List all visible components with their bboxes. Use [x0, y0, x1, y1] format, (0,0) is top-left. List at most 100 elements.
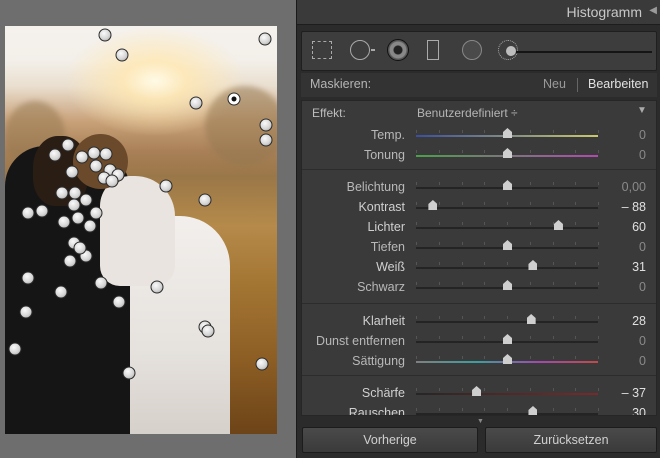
effect-preset-select[interactable]: Benutzerdefiniert ÷ — [417, 106, 518, 120]
slider-track[interactable] — [416, 413, 598, 415]
graduated-filter-icon[interactable] — [312, 41, 332, 59]
slider-value[interactable]: 0,00 — [622, 180, 646, 194]
slider-label: Rauschen — [348, 406, 405, 416]
brush-pin[interactable] — [255, 357, 269, 371]
brush-pin[interactable] — [98, 28, 112, 42]
adjustment-panel: Effekt: Benutzerdefiniert ÷ ▼ Temp. 0 Tonu… — [301, 100, 657, 416]
slider-value[interactable]: 31 — [632, 260, 646, 274]
brush-pin[interactable] — [21, 206, 35, 220]
slider-value[interactable]: 0 — [639, 148, 646, 162]
brush-pin[interactable] — [115, 48, 129, 62]
brush-pin[interactable] — [150, 280, 164, 294]
slider-value[interactable]: 0 — [639, 240, 646, 254]
slider-value[interactable]: 30 — [632, 406, 646, 415]
slider-value[interactable]: 0 — [639, 280, 646, 294]
slider-value[interactable]: 0 — [639, 128, 646, 142]
slider-track[interactable] — [416, 321, 598, 323]
bottom-bar: ▼ Vorherige Zurücksetzen — [297, 418, 660, 458]
group-separator — [302, 375, 656, 376]
brush-pin[interactable] — [35, 204, 49, 218]
brush-pin[interactable] — [122, 366, 136, 380]
slider-value[interactable]: 28 — [632, 314, 646, 328]
brush-pin[interactable] — [94, 276, 108, 290]
panel-end-triangle-icon: ▼ — [477, 418, 484, 425]
brush-pin[interactable] — [89, 159, 103, 173]
brush-pin[interactable] — [48, 148, 62, 162]
slider-ticks — [416, 408, 599, 412]
brush-pin[interactable] — [258, 32, 272, 46]
slider-label: Lichter — [367, 220, 405, 234]
brush-pin[interactable] — [55, 186, 69, 200]
mask-edit-button[interactable]: Bearbeiten — [588, 77, 648, 91]
slider-ticks — [416, 262, 599, 266]
brush-pin[interactable] — [73, 241, 87, 255]
slider-track[interactable] — [416, 227, 598, 229]
group-separator — [302, 169, 656, 170]
slider-value[interactable]: 0 — [639, 354, 646, 368]
tool-size-slider-knob[interactable] — [506, 46, 516, 56]
active-brush-pin[interactable] — [227, 92, 241, 106]
slider-value[interactable]: 0 — [639, 334, 646, 348]
brush-pin[interactable] — [67, 198, 81, 212]
brush-pin[interactable] — [63, 254, 77, 268]
reset-button[interactable]: Zurücksetzen — [485, 427, 657, 453]
slider-value[interactable]: 60 — [632, 220, 646, 234]
brush-pin[interactable] — [65, 165, 79, 179]
bride-top — [100, 176, 175, 286]
brush-pin[interactable] — [89, 206, 103, 220]
slider-ticks — [416, 388, 599, 392]
slider-label: Weiß — [376, 260, 405, 274]
slider-row: Schärfe – 37 — [302, 383, 656, 403]
brush-pin[interactable] — [259, 118, 273, 132]
brush-pin[interactable] — [112, 295, 126, 309]
brush-pin[interactable] — [259, 133, 273, 147]
slider-value[interactable]: – 37 — [622, 386, 646, 400]
image-canvas[interactable] — [0, 0, 296, 458]
adjustment-brush-icon[interactable] — [387, 39, 409, 61]
slider-row: Weiß 31 — [302, 257, 656, 277]
brush-pin[interactable] — [71, 211, 85, 225]
slider-row: Schwarz 0 — [302, 277, 656, 297]
histogram-title: Histogramm — [566, 4, 642, 20]
mask-label: Maskieren: — [310, 77, 372, 91]
slider-track[interactable] — [416, 207, 598, 209]
redeye-icon[interactable] — [462, 40, 482, 60]
histogram-header[interactable]: Histogramm ◀ — [297, 0, 660, 25]
brush-pin[interactable] — [8, 342, 22, 356]
slider-track[interactable] — [416, 393, 598, 395]
brush-pin[interactable] — [198, 193, 212, 207]
collapse-triangle-icon[interactable]: ▼ — [637, 105, 647, 116]
brush-pin[interactable] — [54, 285, 68, 299]
slider-ticks — [416, 222, 599, 226]
brush-pin[interactable] — [21, 271, 35, 285]
develop-panel: Histogramm ◀ Maskieren: Neu Bearbeiten E… — [297, 0, 660, 458]
mask-new-button[interactable]: Neu — [543, 77, 566, 91]
slider-value[interactable]: – 88 — [622, 200, 646, 214]
slider-label: Belichtung — [346, 180, 405, 194]
crop-icon[interactable] — [427, 40, 439, 60]
brush-pin[interactable] — [159, 179, 173, 193]
slider-track[interactable] — [416, 267, 598, 269]
previous-button[interactable]: Vorherige — [302, 427, 478, 453]
collapse-arrow-icon[interactable]: ◀ — [649, 5, 657, 16]
brush-pin[interactable] — [201, 324, 215, 338]
brush-pin[interactable] — [83, 219, 97, 233]
group-separator — [302, 303, 656, 304]
slider-row: Klarheit 28 — [302, 311, 656, 331]
brush-pin[interactable] — [61, 138, 75, 152]
slider-row: Sättigung 0 — [302, 351, 656, 371]
brush-pin[interactable] — [105, 174, 119, 188]
brush-pin[interactable] — [79, 193, 93, 207]
brush-pin[interactable] — [19, 305, 33, 319]
slider-label: Schärfe — [361, 386, 405, 400]
slider-ticks — [416, 202, 599, 206]
slider-label: Tiefen — [370, 240, 405, 254]
slider-label: Sättigung — [352, 354, 405, 368]
slider-label: Dunst entfernen — [316, 334, 405, 348]
radial-filter-icon[interactable] — [350, 40, 375, 60]
brush-pin[interactable] — [99, 147, 113, 161]
photo-preview[interactable] — [5, 26, 277, 434]
brush-pin[interactable] — [189, 96, 203, 110]
brush-pin[interactable] — [57, 215, 71, 229]
tool-size-slider[interactable] — [512, 51, 652, 53]
